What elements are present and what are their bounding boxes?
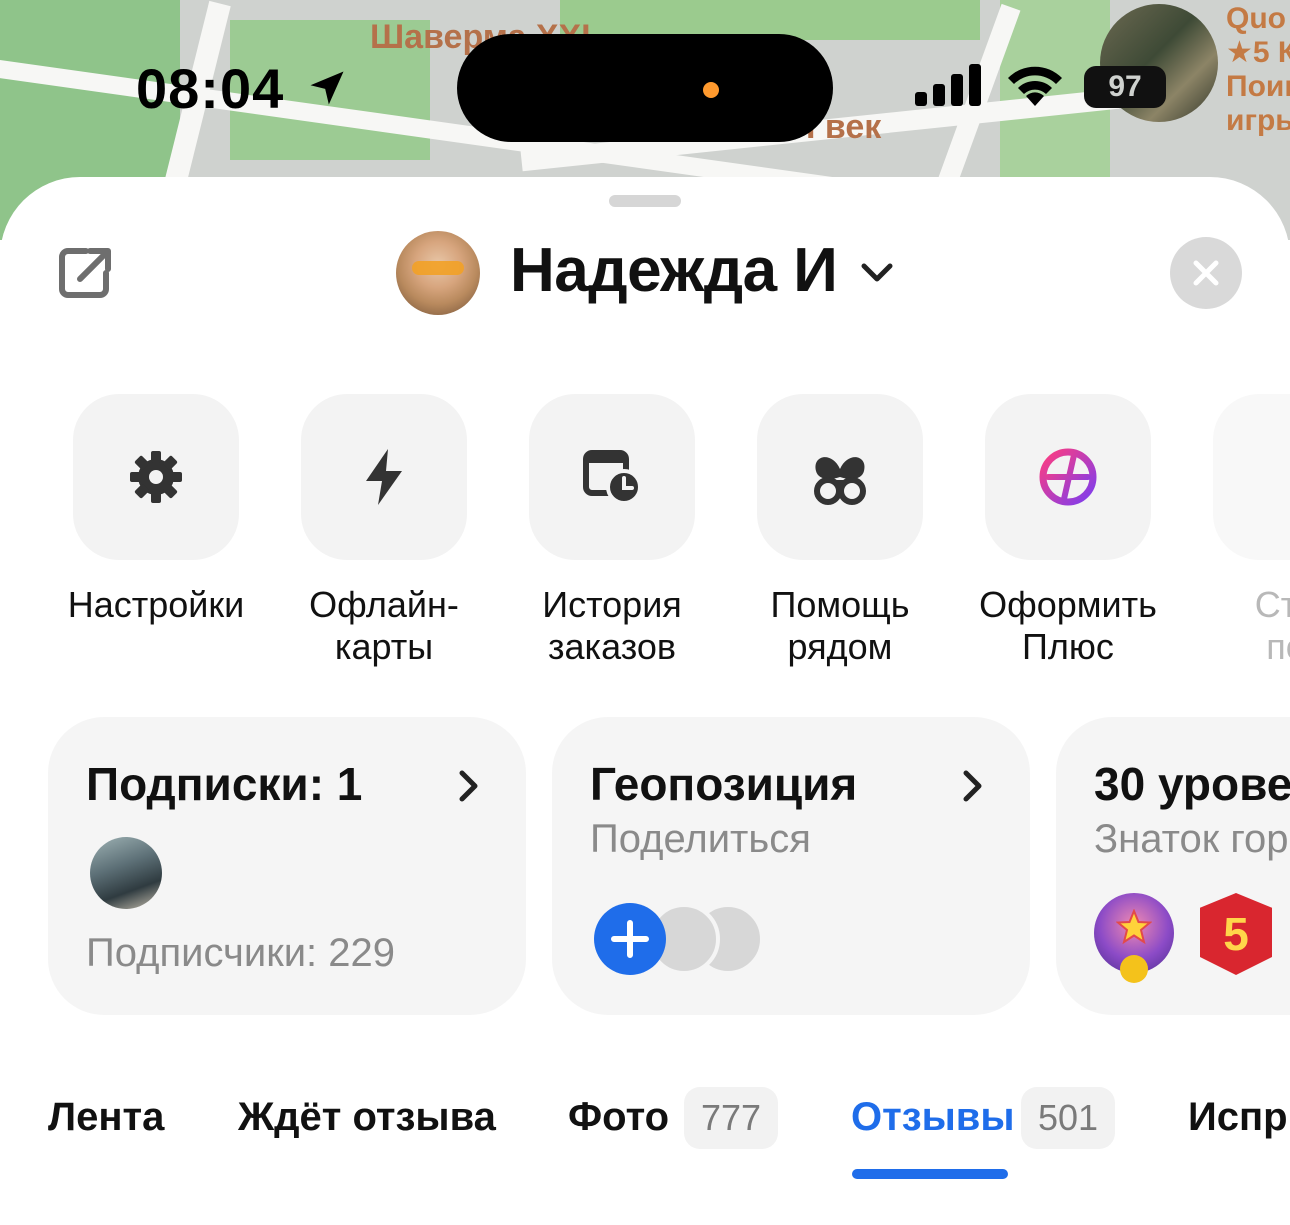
map-place-rating: ★5 К xyxy=(1226,36,1290,69)
photos-count-badge: 777 xyxy=(684,1087,778,1149)
help-nearby-icon xyxy=(814,457,866,505)
action-label: Помощь рядом xyxy=(770,584,910,667)
dynamic-island xyxy=(457,34,833,142)
action-tile xyxy=(1213,394,1290,560)
subscriptions-card[interactable]: Подписки: 1 Подписчики: 229 xyxy=(48,717,526,1015)
profile-sheet: Надежда И Настройки Офлайн- карты Истори… xyxy=(0,177,1290,1225)
close-icon xyxy=(1193,260,1219,286)
subscription-avatar[interactable] xyxy=(90,837,162,909)
open-external-icon[interactable] xyxy=(56,243,116,303)
action-tile xyxy=(73,394,239,560)
action-order-history[interactable]: История заказов xyxy=(498,394,726,668)
level-subtitle: Знаток гор xyxy=(1094,817,1289,861)
lightning-icon xyxy=(366,449,402,505)
user-name[interactable]: Надежда И xyxy=(510,235,838,306)
level-title: 30 урове xyxy=(1094,758,1290,810)
action-label: Оформить Плюс xyxy=(979,584,1157,667)
action-label: Офлайн- карты xyxy=(309,584,459,667)
add-contact-button[interactable] xyxy=(594,903,666,975)
action-plus-subscription[interactable]: Оформить Плюс xyxy=(954,394,1182,668)
level-card[interactable]: 30 урове Знаток гор 5 xyxy=(1056,717,1290,1015)
geo-card[interactable]: Геопозиция Поделиться xyxy=(552,717,1030,1015)
geo-title: Геопозиция xyxy=(590,758,858,810)
chevron-right-icon xyxy=(459,770,478,802)
map-place-title: Quo xyxy=(1226,2,1286,35)
action-partial[interactable]: Стра пое xyxy=(1182,394,1290,668)
badge-coin xyxy=(1120,955,1148,983)
action-label: Стра пое xyxy=(1254,584,1290,667)
order-history-icon xyxy=(583,450,642,505)
status-time: 08:04 xyxy=(136,56,349,121)
chevron-down-icon[interactable] xyxy=(860,261,894,285)
tab-photos[interactable]: Фото xyxy=(568,1095,669,1140)
tab-feed[interactable]: Лента xyxy=(48,1095,164,1140)
map-place-snippet[interactable]: Quo ★5 К Поиг игры xyxy=(1226,2,1290,138)
reviews-count-badge: 501 xyxy=(1021,1087,1115,1149)
map-place-line: Поиг xyxy=(1226,70,1290,103)
tab-reviews[interactable]: Отзывы xyxy=(851,1095,1015,1140)
wifi-icon xyxy=(1008,66,1062,106)
action-tile xyxy=(301,394,467,560)
location-arrow-icon xyxy=(310,71,344,105)
cellular-signal-icon xyxy=(915,64,981,106)
action-tile xyxy=(529,394,695,560)
close-button[interactable] xyxy=(1170,237,1242,309)
action-label: Настройки xyxy=(67,584,245,625)
followers-count[interactable]: Подписчики: 229 xyxy=(86,931,395,976)
level-badge[interactable]: 5 xyxy=(1200,893,1272,975)
subscriptions-title: Подписки: 1 xyxy=(86,758,363,810)
achievement-badge-icon[interactable] xyxy=(1094,893,1174,983)
geo-subtitle: Поделиться xyxy=(590,817,811,861)
partial-icon xyxy=(1266,447,1290,507)
action-tile xyxy=(757,394,923,560)
gear-icon xyxy=(130,451,182,503)
avatar[interactable] xyxy=(396,231,480,315)
recording-dot-icon xyxy=(703,82,719,98)
time-text: 08:04 xyxy=(136,57,285,120)
action-help-nearby[interactable]: Помощь рядом xyxy=(726,394,954,668)
plus-icon xyxy=(611,920,649,958)
tab-awaiting-review[interactable]: Ждёт отзыва xyxy=(238,1095,496,1140)
avatar-glasses xyxy=(412,261,464,275)
action-label: История заказов xyxy=(542,584,682,667)
battery-indicator: 97 xyxy=(1084,66,1166,108)
sheet-grabber[interactable] xyxy=(609,195,681,207)
action-tile xyxy=(985,394,1151,560)
tab-corrections[interactable]: Испр xyxy=(1188,1095,1288,1140)
chevron-right-icon xyxy=(963,770,982,802)
plus-subscription-icon xyxy=(1039,448,1097,506)
action-settings[interactable]: Настройки xyxy=(42,394,270,626)
star-icon xyxy=(1116,909,1152,945)
action-offline-maps[interactable]: Офлайн- карты xyxy=(270,394,498,668)
map-place-line: игры xyxy=(1226,104,1290,137)
active-tab-indicator xyxy=(852,1169,1008,1179)
